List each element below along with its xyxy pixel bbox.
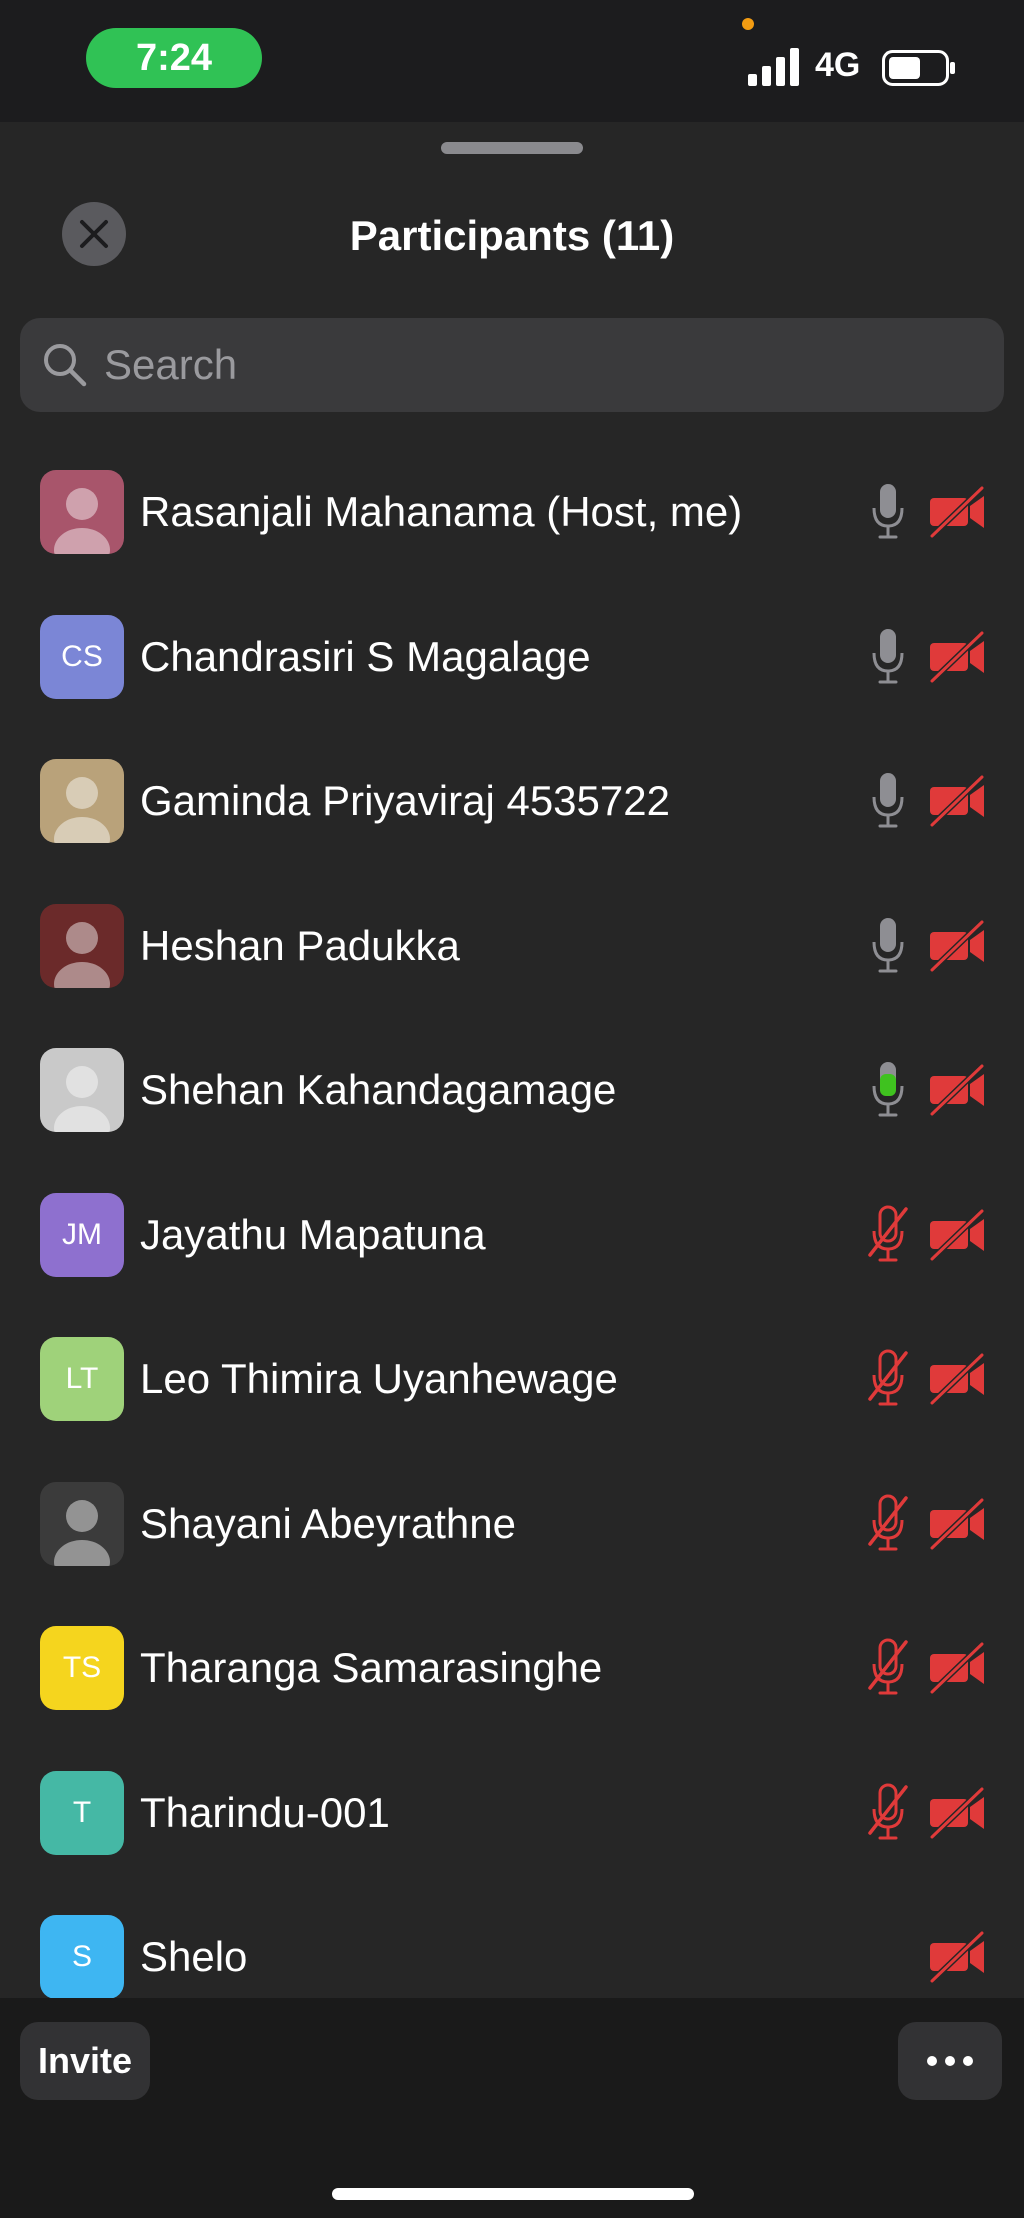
home-indicator[interactable] bbox=[332, 2188, 694, 2200]
participant-row[interactable]: Rasanjali Mahanama (Host, me) bbox=[0, 440, 1024, 585]
participant-name: Tharanga Samarasinghe bbox=[140, 1644, 603, 1692]
person-silhouette-icon bbox=[54, 921, 110, 988]
mic-muted-icon[interactable] bbox=[868, 1783, 908, 1843]
person-silhouette-icon bbox=[54, 777, 110, 844]
participant-name: Tharindu-001 bbox=[140, 1788, 390, 1836]
mic-muted-icon[interactable] bbox=[868, 1494, 908, 1554]
participant-name: Gaminda Priyaviraj 4535722 bbox=[140, 777, 670, 825]
participant-row[interactable]: Shayani Abeyrathne bbox=[0, 1452, 1024, 1597]
mic-muted-icon[interactable] bbox=[868, 1205, 908, 1265]
participant-name: Chandrasiri S Magalage bbox=[140, 632, 591, 680]
video-off-icon[interactable] bbox=[928, 1929, 988, 1985]
participants-list: Rasanjali Mahanama (Host, me) CS Chandrasi… bbox=[0, 440, 1024, 2030]
video-off-icon[interactable] bbox=[928, 918, 988, 974]
status-time[interactable]: 7:24 bbox=[86, 28, 262, 88]
mic-icon[interactable] bbox=[868, 482, 908, 542]
mic-icon[interactable] bbox=[868, 916, 908, 976]
participant-row[interactable]: Gaminda Priyaviraj 4535722 bbox=[0, 729, 1024, 874]
mic-muted-icon[interactable] bbox=[868, 1349, 908, 1409]
participant-row[interactable]: CS Chandrasiri S Magalage bbox=[0, 585, 1024, 730]
person-silhouette-icon bbox=[54, 1499, 110, 1566]
more-options-button[interactable] bbox=[898, 2022, 1002, 2100]
search-bar[interactable] bbox=[20, 318, 1004, 412]
video-off-icon[interactable] bbox=[928, 1785, 988, 1841]
privacy-indicator-dot bbox=[742, 18, 754, 30]
video-off-icon[interactable] bbox=[928, 1207, 988, 1263]
video-off-icon[interactable] bbox=[928, 484, 988, 540]
participant-row[interactable]: LT Leo Thimira Uyanhewage bbox=[0, 1307, 1024, 1452]
avatar-photo bbox=[40, 903, 124, 988]
participant-row[interactable]: JM Jayathu Mapatuna bbox=[0, 1163, 1024, 1308]
cellular-signal-icon bbox=[748, 48, 799, 86]
participant-row[interactable]: T Tharindu-001 bbox=[0, 1741, 1024, 1886]
participant-name: Heshan Padukka bbox=[140, 921, 460, 969]
participant-row[interactable]: Heshan Padukka bbox=[0, 874, 1024, 1019]
video-off-icon[interactable] bbox=[928, 1062, 988, 1118]
avatar-photo bbox=[40, 1481, 124, 1566]
sheet-grabber[interactable] bbox=[441, 142, 583, 154]
participant-name: Leo Thimira Uyanhewage bbox=[140, 1355, 618, 1403]
person-silhouette-icon bbox=[54, 1066, 110, 1133]
participant-name: Rasanjali Mahanama (Host, me) bbox=[140, 488, 743, 536]
search-input[interactable] bbox=[102, 340, 966, 390]
mic-icon[interactable] bbox=[868, 627, 908, 687]
battery-icon bbox=[882, 50, 955, 86]
participant-name: Shehan Kahandagamage bbox=[140, 1066, 617, 1114]
page-title: Participants (11) bbox=[349, 212, 675, 259]
invite-button[interactable]: Invite bbox=[20, 2022, 150, 2100]
avatar-photo bbox=[40, 759, 124, 844]
video-off-icon[interactable] bbox=[928, 773, 988, 829]
participant-row[interactable]: Shehan Kahandagamage bbox=[0, 1018, 1024, 1163]
participant-name: Shayani Abeyrathne bbox=[140, 1499, 516, 1547]
person-silhouette-icon bbox=[54, 488, 110, 555]
mic-muted-icon[interactable] bbox=[868, 1638, 908, 1698]
search-icon bbox=[44, 344, 87, 387]
avatar-initials: JM bbox=[40, 1192, 124, 1277]
video-off-icon[interactable] bbox=[928, 1496, 988, 1552]
avatar-initials: S bbox=[40, 1915, 124, 2000]
network-type-label: 4G bbox=[815, 46, 861, 84]
participants-sheet: Participants (11) Rasanjali Mahanama (Ho… bbox=[0, 122, 1024, 2000]
participant-name: Shelo bbox=[140, 1933, 248, 1981]
avatar-initials: CS bbox=[40, 614, 124, 699]
avatar-initials: LT bbox=[40, 1337, 124, 1422]
avatar-initials: T bbox=[40, 1770, 124, 1855]
status-bar: 7:24 4G bbox=[0, 0, 1024, 122]
more-icon bbox=[927, 2056, 973, 2066]
video-off-icon[interactable] bbox=[928, 629, 988, 685]
participant-row[interactable]: TS Tharanga Samarasinghe bbox=[0, 1596, 1024, 1741]
video-off-icon[interactable] bbox=[928, 1640, 988, 1696]
participant-name: Jayathu Mapatuna bbox=[140, 1210, 486, 1258]
video-off-icon[interactable] bbox=[928, 1351, 988, 1407]
avatar-photo bbox=[40, 470, 124, 555]
avatar-initials: TS bbox=[40, 1626, 124, 1711]
avatar-photo bbox=[40, 1048, 124, 1133]
mic-speaking-icon[interactable] bbox=[868, 1060, 908, 1120]
bottom-toolbar: Invite bbox=[0, 1998, 1024, 2218]
mic-icon[interactable] bbox=[868, 771, 908, 831]
